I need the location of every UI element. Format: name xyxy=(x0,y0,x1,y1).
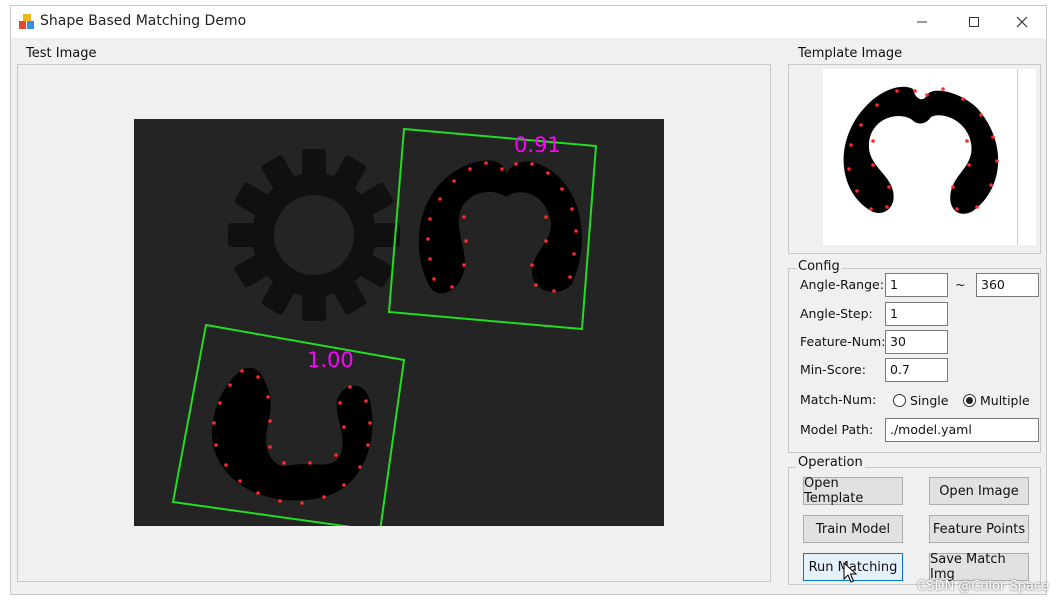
open-image-button[interactable]: Open Image xyxy=(929,477,1029,505)
match-num-multiple-radio[interactable] xyxy=(963,394,976,407)
angle-range-to-input[interactable]: 360 xyxy=(976,273,1039,297)
model-path-input[interactable]: ./model.yaml xyxy=(885,418,1039,442)
angle-range-from-input[interactable]: 1 xyxy=(885,273,948,297)
save-match-img-button[interactable]: Save Match Img xyxy=(929,552,1029,582)
close-button[interactable] xyxy=(996,6,1048,38)
mouse-cursor-icon xyxy=(843,562,857,583)
match-score: 0.91 xyxy=(514,133,561,157)
angle-range-label: Angle-Range: xyxy=(800,277,884,292)
match-num-single-label: Single xyxy=(910,393,949,408)
close-icon xyxy=(1016,16,1028,28)
match-num-single-radio[interactable] xyxy=(893,394,906,407)
minimize-button[interactable] xyxy=(896,6,948,38)
feature-num-input[interactable]: 30 xyxy=(885,330,948,354)
template-image-title: Template Image xyxy=(796,46,905,61)
train-model-button[interactable]: Train Model xyxy=(803,515,903,543)
template-scroll-area xyxy=(1017,69,1036,245)
app-icon xyxy=(19,14,34,29)
maximize-icon xyxy=(969,17,979,27)
match-num-label: Match-Num: xyxy=(800,392,877,407)
template-image-canvas xyxy=(823,69,1017,245)
test-image-canvas: 0.91 1.00 xyxy=(134,119,664,526)
operation-title: Operation xyxy=(796,455,865,470)
feature-points-button[interactable]: Feature Points xyxy=(929,515,1029,543)
config-title: Config xyxy=(796,259,842,274)
angle-step-input[interactable]: 1 xyxy=(885,302,948,326)
window-title: Shape Based Matching Demo xyxy=(40,13,247,29)
angle-range-separator: ~ xyxy=(955,277,966,292)
open-template-button[interactable]: Open Template xyxy=(803,476,903,506)
min-score-input[interactable]: 0.7 xyxy=(885,358,948,382)
angle-step-label: Angle-Step: xyxy=(800,306,873,321)
title-bar: Shape Based Matching Demo xyxy=(11,6,1046,38)
maximize-button[interactable] xyxy=(948,6,1000,38)
watermark: CSDN @Color Space xyxy=(917,579,1049,594)
match-score: 1.00 xyxy=(307,348,354,372)
minimize-icon xyxy=(917,21,927,23)
min-score-label: Min-Score: xyxy=(800,362,866,377)
app-window: Shape Based Matching Demo Test Image 0.9… xyxy=(10,5,1047,595)
test-image-title: Test Image xyxy=(24,46,99,61)
match-num-multiple-label: Multiple xyxy=(980,393,1030,408)
model-path-label: Model Path: xyxy=(800,422,874,437)
feature-num-label: Feature-Num: xyxy=(800,334,886,349)
